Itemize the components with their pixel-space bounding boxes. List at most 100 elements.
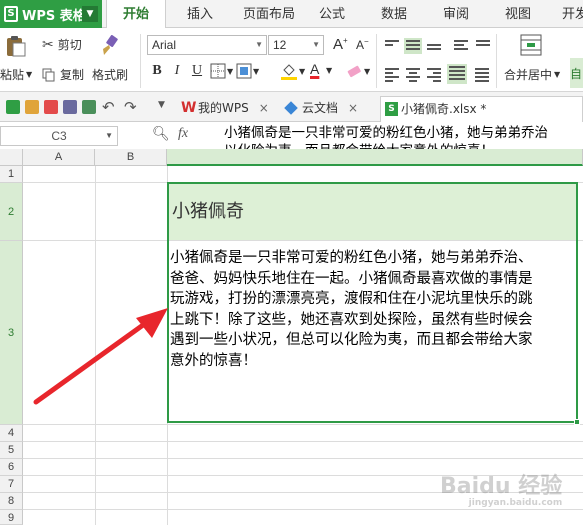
- tab-cloud-docs[interactable]: 云文档 ×: [282, 96, 378, 122]
- quick-access-and-document-tabs: ↶ ↷ ▼ W 我的WPS × 云文档 × S 小猪佩奇.xlsx *: [0, 92, 583, 122]
- cut-button[interactable]: ✂ 剪切: [42, 36, 82, 53]
- font-size-select[interactable]: 12 ▼: [268, 35, 324, 55]
- redo-icon[interactable]: ↷: [124, 98, 137, 116]
- increase-font-size-button[interactable]: A +: [333, 36, 348, 53]
- fill-handle[interactable]: [574, 419, 580, 425]
- scissors-icon: ✂: [42, 36, 54, 53]
- undo-icon[interactable]: ↶: [102, 98, 115, 116]
- underline-button[interactable]: U: [188, 62, 206, 80]
- select-all-corner[interactable]: [0, 149, 23, 166]
- new-file-icon[interactable]: [6, 100, 20, 114]
- cloud-cube-icon: [284, 101, 298, 115]
- selection-outline: [167, 182, 578, 423]
- align-left-button[interactable]: [383, 66, 401, 82]
- orientation-button[interactable]: [474, 38, 492, 54]
- align-right-button[interactable]: [425, 66, 443, 82]
- grid-line: [23, 509, 583, 510]
- italic-button[interactable]: I: [168, 62, 186, 80]
- chevron-down-icon: ▼: [105, 131, 113, 140]
- zoom-magnifier-icon[interactable]: 🔍︎: [152, 126, 170, 142]
- cell-style-button[interactable]: ▼: [345, 62, 370, 80]
- format-painter-button[interactable]: [98, 34, 128, 58]
- fill-color-button[interactable]: ▼: [280, 62, 305, 80]
- print-icon[interactable]: [63, 100, 77, 114]
- tab-data[interactable]: 数据: [374, 0, 414, 28]
- grid-line: [23, 424, 583, 425]
- copy-label: 复制: [60, 68, 85, 82]
- merge-center-label: 合并居中: [504, 68, 553, 82]
- row-header-5[interactable]: 5: [0, 442, 23, 459]
- grid-line: [23, 441, 583, 442]
- copy-icon: [42, 68, 55, 81]
- merge-center-dropdown[interactable]: 合并居中 ▼: [504, 66, 560, 83]
- borders-icon: [210, 63, 226, 79]
- merge-cells-button[interactable]: ▼: [236, 63, 259, 79]
- doc-tab-label: 我的WPS: [198, 101, 249, 115]
- app-name: WPS 表格: [22, 8, 86, 24]
- paste-button[interactable]: [4, 34, 34, 58]
- open-folder-icon[interactable]: [25, 100, 39, 114]
- paste-dropdown[interactable]: 粘贴 ▼: [0, 66, 32, 83]
- tab-developer[interactable]: 开发: [555, 0, 583, 28]
- column-header-a[interactable]: A: [23, 149, 95, 166]
- export-pdf-icon[interactable]: [44, 100, 58, 114]
- row-header-7[interactable]: 7: [0, 476, 23, 493]
- column-header-b[interactable]: B: [95, 149, 167, 166]
- app-menu-dropdown-icon[interactable]: ▼: [82, 6, 98, 22]
- align-bottom-button[interactable]: [425, 38, 443, 54]
- spreadsheet-file-icon: S: [385, 102, 398, 116]
- customize-toolbar-dropdown[interactable]: ▼: [158, 100, 165, 110]
- autofit-button[interactable]: 自: [570, 58, 583, 88]
- decrease-font-size-button[interactable]: A −: [356, 37, 369, 53]
- watermark-logo: Baidu 经验 jingyan.baidu.com: [440, 468, 562, 508]
- tab-page-layout[interactable]: 页面布局: [234, 0, 304, 28]
- align-center-button[interactable]: [404, 66, 422, 82]
- borders-button[interactable]: ▼: [210, 63, 233, 79]
- paste-label: 粘贴: [0, 68, 25, 82]
- tab-view[interactable]: 视图: [498, 0, 538, 28]
- name-box[interactable]: C3 ▼: [0, 126, 118, 146]
- cell-reference: C3: [51, 129, 67, 143]
- paint-bucket-icon: [281, 64, 297, 80]
- font-color-dropdown[interactable]: ▼: [326, 66, 332, 75]
- copy-button[interactable]: 复制: [42, 66, 84, 83]
- bold-button[interactable]: B: [148, 62, 166, 80]
- row-header-3[interactable]: 3: [0, 241, 23, 425]
- align-top-button[interactable]: [383, 38, 401, 54]
- merge-center-button[interactable]: [520, 34, 542, 56]
- close-icon[interactable]: ×: [348, 101, 358, 115]
- tab-review[interactable]: 审阅: [436, 0, 476, 28]
- tab-home[interactable]: 开始: [106, 0, 166, 28]
- tab-insert[interactable]: 插入: [176, 0, 224, 28]
- watermark-url: jingyan.baidu.com: [468, 498, 563, 508]
- row-header-9[interactable]: 9: [0, 510, 23, 525]
- row-header-6[interactable]: 6: [0, 459, 23, 476]
- tab-active-workbook[interactable]: S 小猪佩奇.xlsx *: [380, 96, 583, 122]
- ribbon-divider: [140, 34, 141, 88]
- tab-formulas[interactable]: 公式: [312, 0, 352, 28]
- wrap-text-button[interactable]: [452, 38, 470, 54]
- row-header-8[interactable]: 8: [0, 493, 23, 510]
- merge-cells-icon: [236, 63, 252, 79]
- row-header-2[interactable]: 2: [0, 183, 23, 241]
- chevron-down-icon: ▼: [312, 40, 320, 49]
- font-color-button[interactable]: A: [310, 62, 319, 76]
- column-header-c[interactable]: [167, 149, 583, 166]
- align-middle-button[interactable]: [404, 38, 422, 54]
- clipboard-icon: [7, 36, 26, 57]
- row-header-4[interactable]: 4: [0, 425, 23, 442]
- tab-my-wps[interactable]: W 我的WPS ×: [178, 96, 278, 122]
- font-color-letter: A: [310, 61, 320, 77]
- column-headers: A B: [0, 149, 583, 166]
- justify-button[interactable]: [447, 64, 467, 84]
- insert-function-button[interactable]: fx: [178, 126, 188, 142]
- row-header-1[interactable]: 1: [0, 166, 23, 183]
- wps-app-menu-button[interactable]: S WPS 表格 ▼: [0, 0, 102, 28]
- font-name-select[interactable]: Arial ▼: [147, 35, 267, 55]
- font-name-value: Arial: [152, 38, 177, 52]
- grid-line: [23, 458, 583, 459]
- formula-line: 小猪佩奇是一只非常可爱的粉红色小猪，她与弟弟乔治: [224, 125, 548, 141]
- close-icon[interactable]: ×: [259, 101, 269, 115]
- print-preview-icon[interactable]: [82, 100, 96, 114]
- distributed-button[interactable]: [473, 66, 491, 82]
